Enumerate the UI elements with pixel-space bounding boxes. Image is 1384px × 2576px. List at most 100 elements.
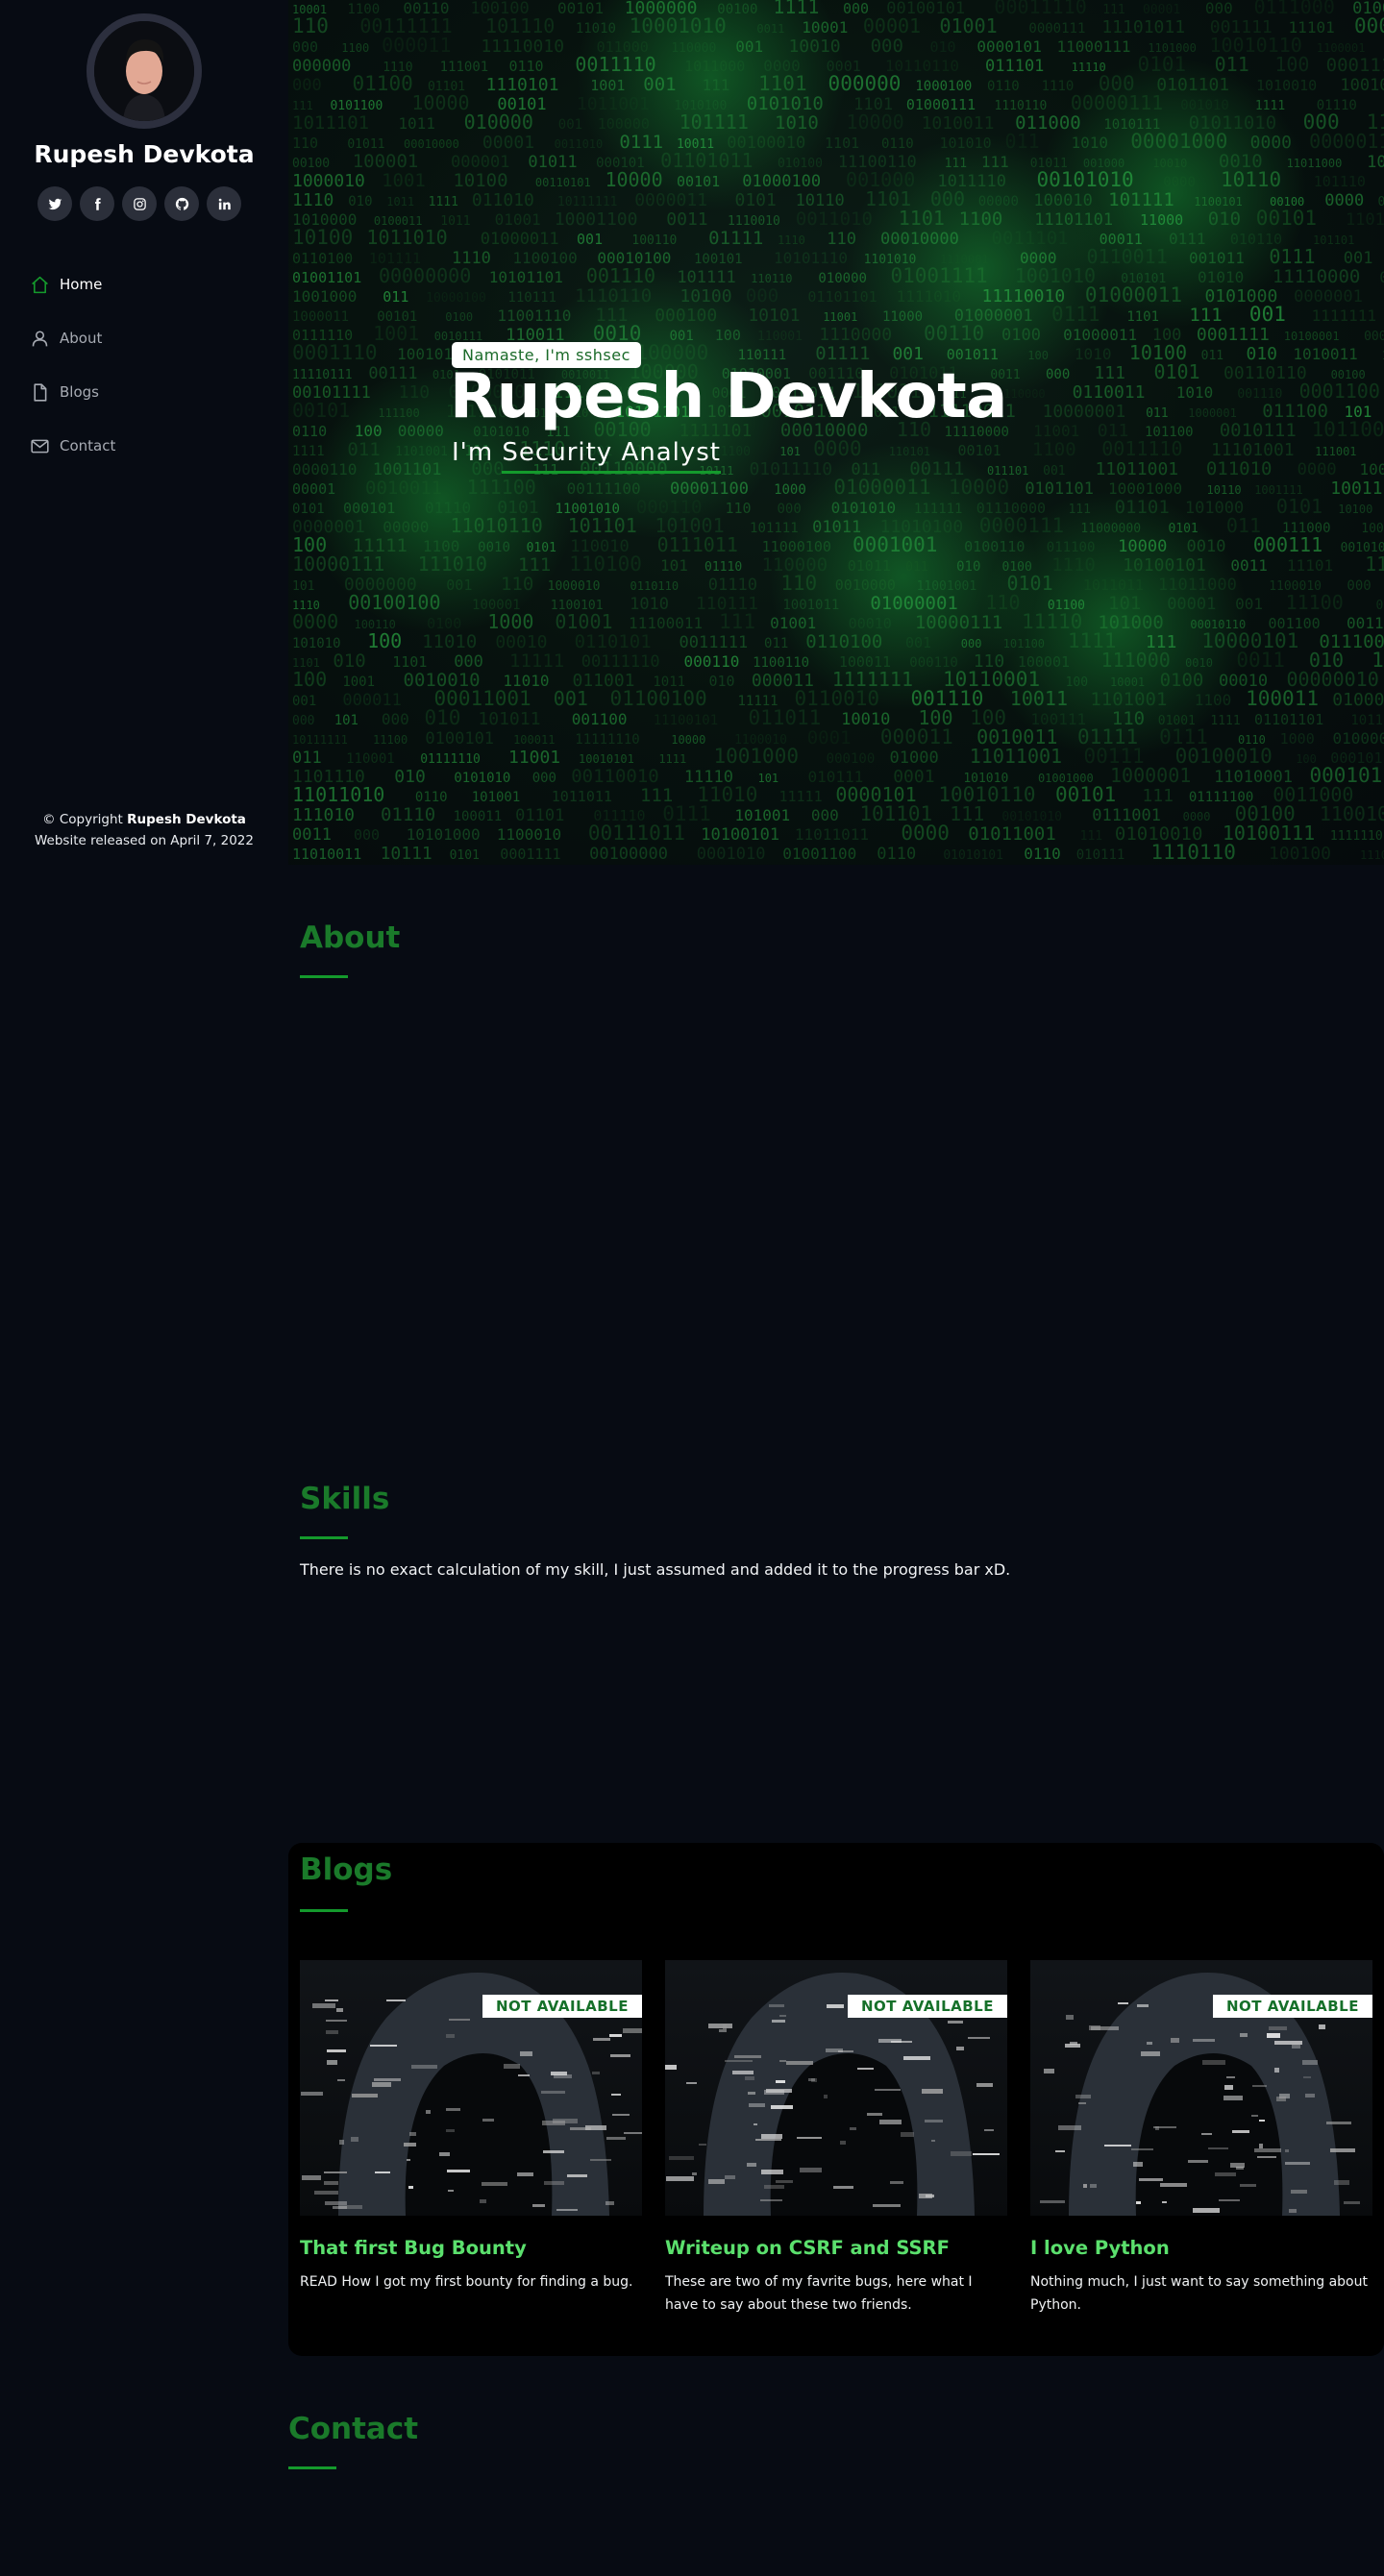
svg-text:010: 010 [708, 673, 734, 690]
svg-text:01111110: 01111110 [420, 752, 481, 767]
svg-text:0101: 0101 [735, 190, 777, 210]
svg-text:1000: 1000 [1280, 730, 1315, 748]
svg-text:11001: 11001 [823, 310, 857, 324]
instagram-link[interactable] [122, 186, 157, 221]
svg-text:1100010: 1100010 [497, 825, 561, 844]
svg-text:100100: 100100 [1269, 844, 1331, 864]
svg-text:11101001: 11101001 [1211, 440, 1295, 460]
svg-text:10000100: 10000100 [426, 291, 486, 306]
svg-text:00101010: 00101010 [1001, 810, 1062, 824]
svg-text:101: 101 [757, 772, 778, 785]
blog-card[interactable]: NOT AVAILABLE Writeup on CSRF and SSRF T… [665, 1960, 1007, 2317]
svg-text:00000: 00000 [398, 422, 444, 440]
svg-text:11101: 11101 [1360, 848, 1384, 862]
svg-text:1101001: 1101001 [395, 445, 448, 459]
svg-text:11010: 11010 [422, 631, 477, 652]
svg-text:101111: 101111 [750, 521, 799, 536]
svg-text:001: 001 [905, 634, 931, 651]
svg-text:1111111: 1111111 [1312, 307, 1376, 325]
svg-text:0111: 0111 [1169, 230, 1206, 248]
blog-description: Nothing much, I just want to say somethi… [1030, 2274, 1368, 2313]
svg-text:000: 000 [292, 714, 314, 728]
svg-text:0110110: 0110110 [630, 579, 680, 593]
svg-text:1010011: 1010011 [1293, 345, 1357, 363]
svg-text:10010: 10010 [1152, 157, 1187, 170]
svg-text:010: 010 [1208, 209, 1241, 230]
svg-text:1101: 1101 [825, 135, 859, 152]
svg-text:1010: 1010 [775, 112, 819, 134]
svg-text:0011: 0011 [1236, 649, 1285, 672]
svg-text:1011011: 1011011 [552, 788, 612, 805]
svg-text:11011001: 11011001 [970, 745, 1062, 768]
github-link[interactable] [164, 186, 199, 221]
svg-text:0100: 0100 [427, 615, 461, 632]
svg-text:111: 111 [292, 99, 313, 112]
svg-text:1000010: 1000010 [292, 171, 365, 191]
svg-text:00101: 00101 [677, 173, 720, 190]
svg-text:010: 010 [1247, 344, 1278, 364]
blog-card[interactable]: NOT AVAILABLE I love Python Nothing much… [1030, 1960, 1372, 2317]
svg-text:00100: 00100 [292, 157, 330, 171]
blog-title[interactable]: I love Python [1030, 2237, 1372, 2259]
svg-text:0011010: 0011010 [555, 137, 604, 151]
svg-text:000: 000 [1205, 0, 1233, 17]
svg-text:1000: 1000 [774, 482, 806, 498]
svg-text:01110: 01110 [708, 576, 757, 595]
svg-text:1000010: 1000010 [548, 579, 601, 594]
svg-text:100: 100 [367, 629, 402, 652]
svg-text:0101: 0101 [1276, 495, 1322, 518]
svg-text:0010: 0010 [1185, 656, 1213, 670]
svg-text:111010: 111010 [418, 552, 487, 576]
about-title-underline [300, 975, 348, 978]
svg-text:10000: 10000 [1118, 537, 1167, 556]
nav-item-contact[interactable]: Contact [30, 419, 115, 473]
svg-text:01011: 01011 [347, 137, 384, 152]
release-date: Website released on April 7, 2022 [35, 833, 254, 848]
svg-text:011010: 011010 [1206, 458, 1273, 479]
svg-text:110: 110 [985, 591, 1020, 614]
svg-text:1011101: 1011101 [292, 112, 369, 134]
svg-text:100010: 100010 [1033, 191, 1092, 210]
svg-text:0101010: 0101010 [454, 771, 510, 786]
linkedin-link[interactable] [207, 186, 241, 221]
svg-text:000111: 000111 [1326, 55, 1384, 76]
blog-title[interactable]: That first Bug Bounty [300, 2237, 642, 2259]
svg-text:000: 000 [1347, 578, 1371, 594]
svg-text:101010: 101010 [939, 135, 991, 152]
svg-text:0110: 0110 [508, 58, 543, 75]
facebook-link[interactable] [80, 186, 114, 221]
svg-text:110: 110 [399, 382, 431, 403]
svg-text:10100: 10100 [1338, 503, 1372, 516]
nav-item-blogs[interactable]: Blogs [30, 365, 115, 419]
svg-text:01000111: 01000111 [906, 96, 976, 113]
svg-text:00111100: 00111100 [567, 479, 641, 498]
about-title: About [300, 920, 401, 955]
nav-label-about: About [60, 330, 103, 347]
svg-text:10000: 10000 [949, 476, 1009, 499]
svg-text:000110: 000110 [684, 652, 740, 671]
twitter-link[interactable] [37, 186, 72, 221]
svg-text:0011101: 0011101 [992, 228, 1069, 249]
svg-text:00010: 00010 [849, 615, 892, 632]
svg-text:0101: 0101 [1138, 53, 1187, 76]
svg-text:1011100: 1011100 [1350, 713, 1384, 728]
svg-text:1000101: 1000101 [1359, 460, 1384, 478]
svg-text:100101: 100101 [694, 252, 743, 267]
nav-item-about[interactable]: About [30, 311, 115, 365]
svg-text:11011010: 11011010 [292, 783, 384, 806]
svg-text:110100: 110100 [569, 552, 642, 576]
blog-title[interactable]: Writeup on CSRF and SSRF [665, 2237, 1007, 2259]
instagram-icon [133, 197, 146, 210]
svg-text:0000: 0000 [813, 437, 862, 460]
svg-text:101110: 101110 [1314, 173, 1366, 190]
svg-text:0000: 0000 [1354, 14, 1384, 37]
svg-text:001: 001 [1377, 195, 1384, 209]
svg-text:01100100: 01100100 [609, 687, 706, 710]
svg-text:000100: 000100 [827, 751, 876, 767]
svg-text:000: 000 [1364, 330, 1384, 344]
blog-card[interactable]: NOT AVAILABLE That first Bug Bounty READ… [300, 1960, 642, 2294]
svg-text:001110: 001110 [586, 264, 655, 287]
svg-text:1011: 1011 [386, 195, 414, 209]
svg-text:1110110: 1110110 [575, 285, 652, 307]
nav-item-home[interactable]: Home [30, 258, 115, 311]
